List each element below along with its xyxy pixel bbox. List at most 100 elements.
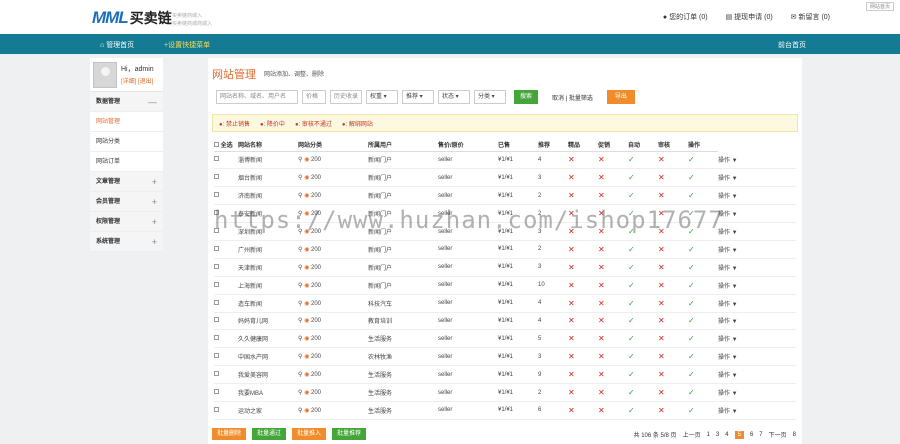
row-checkbox[interactable] [214,389,219,395]
search-button[interactable]: 搜索 [514,90,539,104]
site-name[interactable]: 深圳新闻 [238,222,298,241]
cross-icon[interactable]: ✕ [568,240,598,259]
row-action-dropdown[interactable]: 操作 ▼ [718,168,796,188]
row-action-dropdown[interactable]: 操作 ▼ [718,258,796,277]
cross-icon[interactable]: ✕ [568,294,598,313]
check-icon[interactable]: ✓ [628,258,658,277]
row-checkbox[interactable] [214,335,219,341]
order-link[interactable]: ● 您的订单 (0) [663,12,708,22]
cross-icon[interactable]: ✕ [598,365,628,385]
cross-icon[interactable]: ✕ [598,240,628,259]
prev-page[interactable]: 上一页 [683,430,701,439]
row-checkbox[interactable] [214,245,219,251]
row-action-dropdown[interactable]: 操作 ▼ [718,401,796,420]
check-icon[interactable]: ✓ [688,383,718,402]
search-icon[interactable]: ⚲ [298,265,302,271]
search-icon[interactable]: ⚲ [298,372,302,378]
column-header[interactable]: 全选 [214,138,238,152]
search-icon[interactable]: ⚲ [298,175,302,181]
expand-icon[interactable]: + [152,212,157,232]
site-name[interactable]: 济南新闻 [238,186,298,206]
cross-icon[interactable]: ✕ [568,168,598,188]
expand-icon[interactable]: — [148,92,157,112]
cross-icon[interactable]: ✕ [658,240,688,259]
page-number[interactable]: 1 [707,432,710,438]
cross-icon[interactable]: ✕ [598,186,628,206]
row-action-dropdown[interactable]: 操作 ▼ [718,222,796,241]
search-icon[interactable]: ⚲ [298,318,302,324]
cross-icon[interactable]: ✕ [658,294,688,313]
search-icon[interactable]: ⚲ [298,283,302,289]
cross-icon[interactable]: ✕ [658,312,688,331]
cross-icon[interactable]: ✕ [598,168,628,188]
cross-icon[interactable]: ✕ [658,347,688,367]
check-icon[interactable]: ✓ [688,222,718,241]
row-action-dropdown[interactable]: 操作 ▼ [718,276,796,295]
sidebar-item[interactable]: 网站分类 [90,132,163,152]
cross-icon[interactable]: ✕ [568,329,598,349]
site-home-link[interactable]: 网站首页 [865,2,894,11]
site-name[interactable]: 久久健康网 [238,329,298,349]
cross-icon[interactable]: ✕ [598,401,628,420]
cross-icon[interactable]: ✕ [658,186,688,206]
row-action-dropdown[interactable]: 操作 ▼ [718,204,796,224]
last-page[interactable]: 8 [793,432,796,438]
row-checkbox[interactable] [214,353,219,359]
check-icon[interactable]: ✓ [628,151,658,170]
cross-icon[interactable]: ✕ [658,151,688,170]
message-link[interactable]: ✉ 新留言 (0) [791,12,830,22]
history-input[interactable]: 历史收录 [330,90,362,104]
check-icon[interactable]: ✓ [628,222,658,241]
check-icon[interactable]: ✓ [628,240,658,259]
status-select[interactable]: 状态 ▾ [438,90,470,104]
recommend-select[interactable]: 推荐 ▾ [402,90,434,104]
cross-icon[interactable]: ✕ [658,222,688,241]
site-name[interactable]: 我要MBA [238,383,298,402]
search-icon[interactable]: ⚲ [298,229,302,235]
sidebar-item[interactable]: 数据管理 — [90,92,163,112]
cross-icon[interactable]: ✕ [658,258,688,277]
bulk-button[interactable]: 批量删除 [212,428,247,440]
row-checkbox[interactable] [214,228,219,233]
check-icon[interactable]: ✓ [688,151,718,170]
cross-icon[interactable]: ✕ [598,151,628,170]
cross-icon[interactable]: ✕ [598,258,628,277]
cross-icon[interactable]: ✕ [658,204,688,224]
row-action-dropdown[interactable]: 操作 ▼ [718,312,796,331]
check-icon[interactable]: ✓ [688,347,718,367]
check-icon[interactable]: ✓ [628,365,658,385]
check-icon[interactable]: ✓ [628,294,658,313]
cross-icon[interactable]: ✕ [568,151,598,170]
row-checkbox[interactable] [214,281,219,287]
search-icon[interactable]: ⚲ [298,157,302,163]
row-action-dropdown[interactable]: 操作 ▼ [718,365,796,385]
site-name[interactable]: 我爱美容网 [238,365,298,385]
cross-icon[interactable]: ✕ [568,276,598,295]
cross-icon[interactable]: ✕ [598,383,628,402]
search-icon[interactable]: ⚲ [298,354,302,360]
row-checkbox[interactable] [214,210,219,216]
check-icon[interactable]: ✓ [688,401,718,420]
check-icon[interactable]: ✓ [628,347,658,367]
withdraw-link[interactable]: ▤ 提现申请 (0) [726,12,773,22]
row-action-dropdown[interactable]: 操作 ▼ [718,383,796,402]
next-page[interactable]: 下一页 [769,430,787,439]
search-icon[interactable]: ⚲ [298,336,302,342]
cross-icon[interactable]: ✕ [568,258,598,277]
cross-icon[interactable]: ✕ [598,294,628,313]
check-icon[interactable]: ✓ [688,186,718,206]
cross-icon[interactable]: ✕ [658,276,688,295]
check-icon[interactable]: ✓ [628,329,658,349]
bulk-button[interactable]: 批量推荐 [332,428,367,440]
row-checkbox[interactable] [214,174,219,180]
search-icon[interactable]: ⚲ [298,193,302,199]
sidebar-item[interactable]: 会员管理 + [90,192,163,212]
expand-icon[interactable]: + [152,172,157,192]
cross-icon[interactable]: ✕ [598,204,628,224]
page-number[interactable]: 5 [734,430,744,439]
expand-icon[interactable]: + [152,192,157,212]
site-name[interactable]: 淄博新闻 [238,151,298,170]
sidebar-item[interactable]: 系统管理 + [90,232,163,252]
export-button[interactable]: 导出 [606,90,635,104]
cross-icon[interactable]: ✕ [568,204,598,224]
